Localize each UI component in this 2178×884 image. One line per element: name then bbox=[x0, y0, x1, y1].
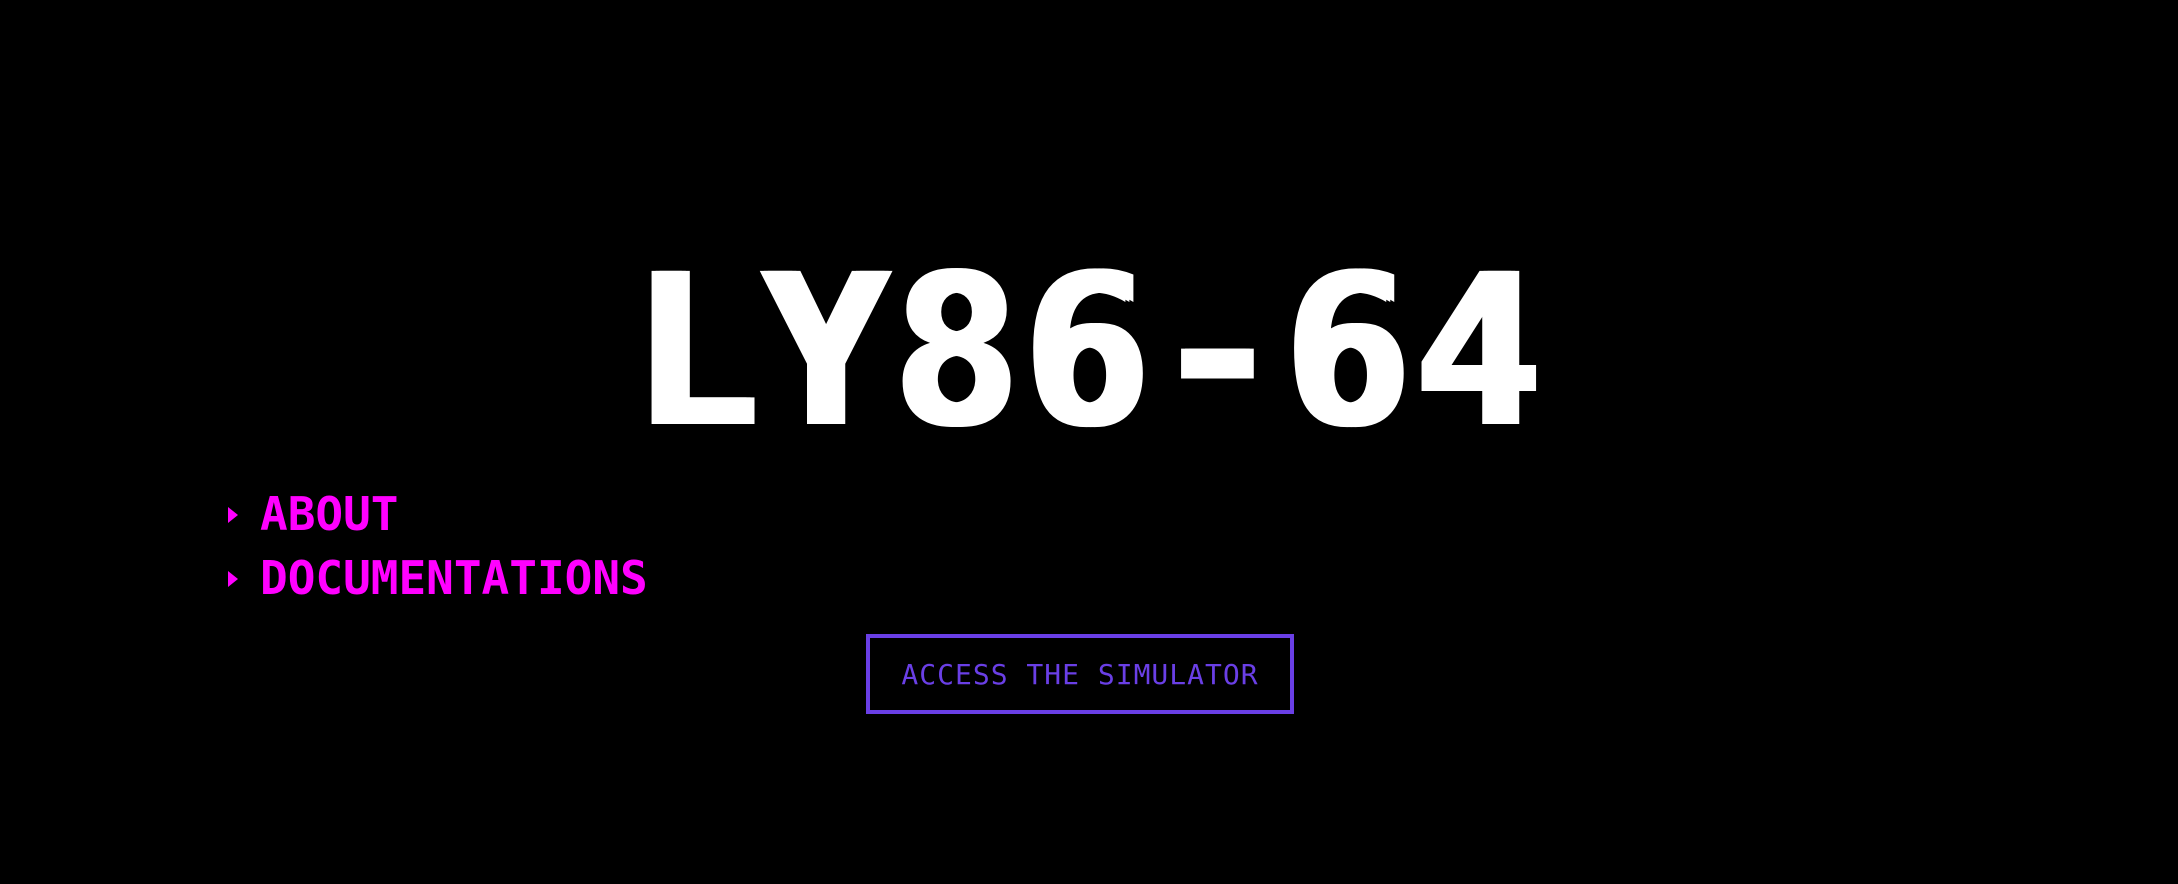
nav-item-documentations[interactable]: DOCUMENTATIONS bbox=[228, 546, 648, 610]
nav-item-label: DOCUMENTATIONS bbox=[260, 551, 648, 605]
caret-right-icon bbox=[228, 571, 238, 587]
landing-page: LY86-64 ABOUT DOCUMENTATIONS ACCESS THE … bbox=[0, 0, 2178, 884]
nav-menu: ABOUT DOCUMENTATIONS bbox=[228, 482, 648, 610]
caret-right-icon bbox=[228, 507, 238, 523]
page-title: LY86-64 bbox=[632, 229, 1546, 474]
nav-item-label: ABOUT bbox=[260, 487, 399, 541]
access-simulator-button[interactable]: ACCESS THE SIMULATOR bbox=[866, 634, 1294, 714]
nav-item-about[interactable]: ABOUT bbox=[228, 482, 648, 546]
